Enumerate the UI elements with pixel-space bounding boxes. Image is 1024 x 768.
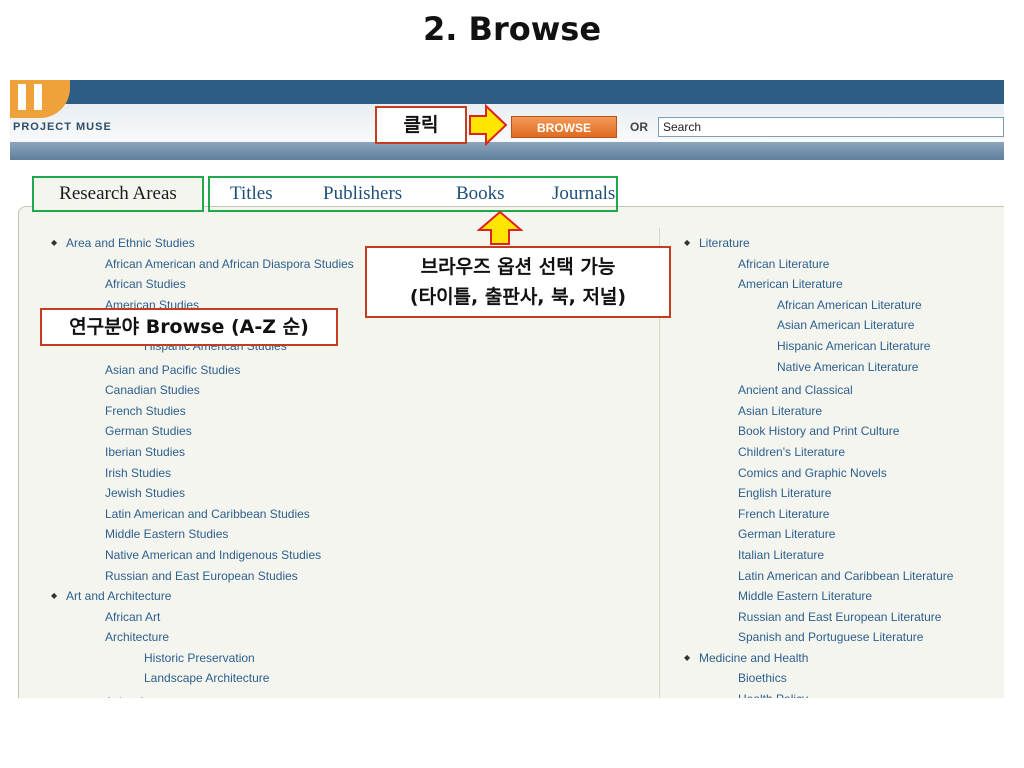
subject-link[interactable]: Middle Eastern Literature bbox=[684, 586, 953, 607]
subject-link[interactable]: American Literature bbox=[684, 274, 953, 295]
subject-link[interactable]: English Literature bbox=[684, 483, 953, 504]
arrow-up-icon bbox=[477, 210, 523, 245]
subject-link[interactable]: Asian and Pacific Studies bbox=[51, 360, 354, 381]
subject-link[interactable]: Latin American and Caribbean Literature bbox=[684, 566, 953, 587]
subject-link[interactable]: Comics and Graphic Novels bbox=[684, 463, 953, 484]
subject-link[interactable]: Latin American and Caribbean Studies bbox=[51, 504, 354, 525]
subject-link[interactable]: French Literature bbox=[684, 504, 953, 525]
browse-button[interactable]: BROWSE bbox=[511, 116, 617, 138]
subject-link[interactable]: Middle Eastern Studies bbox=[51, 524, 354, 545]
subject-link[interactable]: Native American Literature bbox=[684, 357, 953, 378]
subject-link[interactable]: Canadian Studies bbox=[51, 380, 354, 401]
slide-title: 2. Browse bbox=[422, 10, 602, 48]
subject-link[interactable]: French Studies bbox=[51, 401, 354, 422]
subject-link[interactable]: Native American and Indigenous Studies bbox=[51, 545, 354, 566]
browse-options-annotation: 브라우즈 옵션 선택 가능 (타이틀, 출판사, 북, 저널) bbox=[365, 246, 671, 318]
subject-link[interactable]: African Studies bbox=[51, 274, 354, 295]
arrow-right-icon bbox=[469, 104, 508, 146]
subject-link[interactable]: African American and African Diaspora St… bbox=[51, 254, 354, 275]
category-heading-link[interactable]: Literature bbox=[684, 233, 953, 254]
subject-link[interactable]: Iberian Studies bbox=[51, 442, 354, 463]
search-input[interactable] bbox=[658, 117, 1004, 137]
browse-options-highlight bbox=[208, 176, 618, 212]
subject-link[interactable]: Italian Literature bbox=[684, 545, 953, 566]
subject-link[interactable]: German Studies bbox=[51, 421, 354, 442]
project-muse-logo-icon[interactable] bbox=[10, 80, 70, 118]
subject-link[interactable]: Architecture bbox=[51, 627, 354, 648]
subject-link[interactable]: Book History and Print Culture bbox=[684, 421, 953, 442]
subject-link[interactable]: Jewish Studies bbox=[51, 483, 354, 504]
subject-link[interactable]: Hispanic American Literature bbox=[684, 336, 953, 357]
subject-link[interactable]: Health Policy bbox=[684, 689, 953, 698]
subject-link[interactable]: Children's Literature bbox=[684, 442, 953, 463]
subject-link[interactable]: Irish Studies bbox=[51, 463, 354, 484]
research-areas-highlight bbox=[32, 176, 204, 212]
subject-link[interactable]: African Art bbox=[51, 607, 354, 628]
subject-link[interactable]: Bioethics bbox=[684, 668, 953, 689]
subject-link[interactable]: German Literature bbox=[684, 524, 953, 545]
subject-link[interactable]: Russian and East European Literature bbox=[684, 607, 953, 628]
research-areas-left-column: Area and Ethnic StudiesAfrican American … bbox=[51, 233, 354, 698]
subject-link[interactable]: African American Literature bbox=[684, 295, 953, 316]
category-heading-link[interactable]: Area and Ethnic Studies bbox=[51, 233, 354, 254]
or-label: OR bbox=[630, 120, 648, 134]
research-areas-annotation: 연구분야 Browse (A-Z 순) bbox=[40, 308, 338, 346]
browse-options-line1: 브라우즈 옵션 선택 가능 bbox=[420, 256, 616, 278]
subject-link[interactable]: Landscape Architecture bbox=[51, 668, 354, 689]
category-heading-link[interactable]: Art and Architecture bbox=[51, 586, 354, 607]
site-logo-text[interactable]: PROJECT MUSE bbox=[13, 121, 112, 133]
subject-link[interactable]: Historic Preservation bbox=[51, 648, 354, 669]
click-annotation: 클릭 bbox=[375, 106, 467, 144]
subject-link[interactable]: Asian Literature bbox=[684, 401, 953, 422]
browse-options-line2: (타이틀, 출판사, 북, 저널) bbox=[409, 286, 627, 308]
subject-link[interactable]: Ancient and Classical bbox=[684, 380, 953, 401]
category-heading-link[interactable]: Medicine and Health bbox=[684, 648, 953, 669]
subject-link[interactable]: Spanish and Portuguese Literature bbox=[684, 627, 953, 648]
research-areas-right-column: LiteratureAfrican LiteratureAmerican Lit… bbox=[684, 233, 953, 698]
subject-link[interactable]: Asian American Literature bbox=[684, 315, 953, 336]
subject-link[interactable]: African Literature bbox=[684, 254, 953, 275]
subject-link[interactable]: Russian and East European Studies bbox=[51, 566, 354, 587]
screenshot-frame: PROJECT MUSE BROWSE OR Research Areas Ti… bbox=[10, 80, 1004, 698]
